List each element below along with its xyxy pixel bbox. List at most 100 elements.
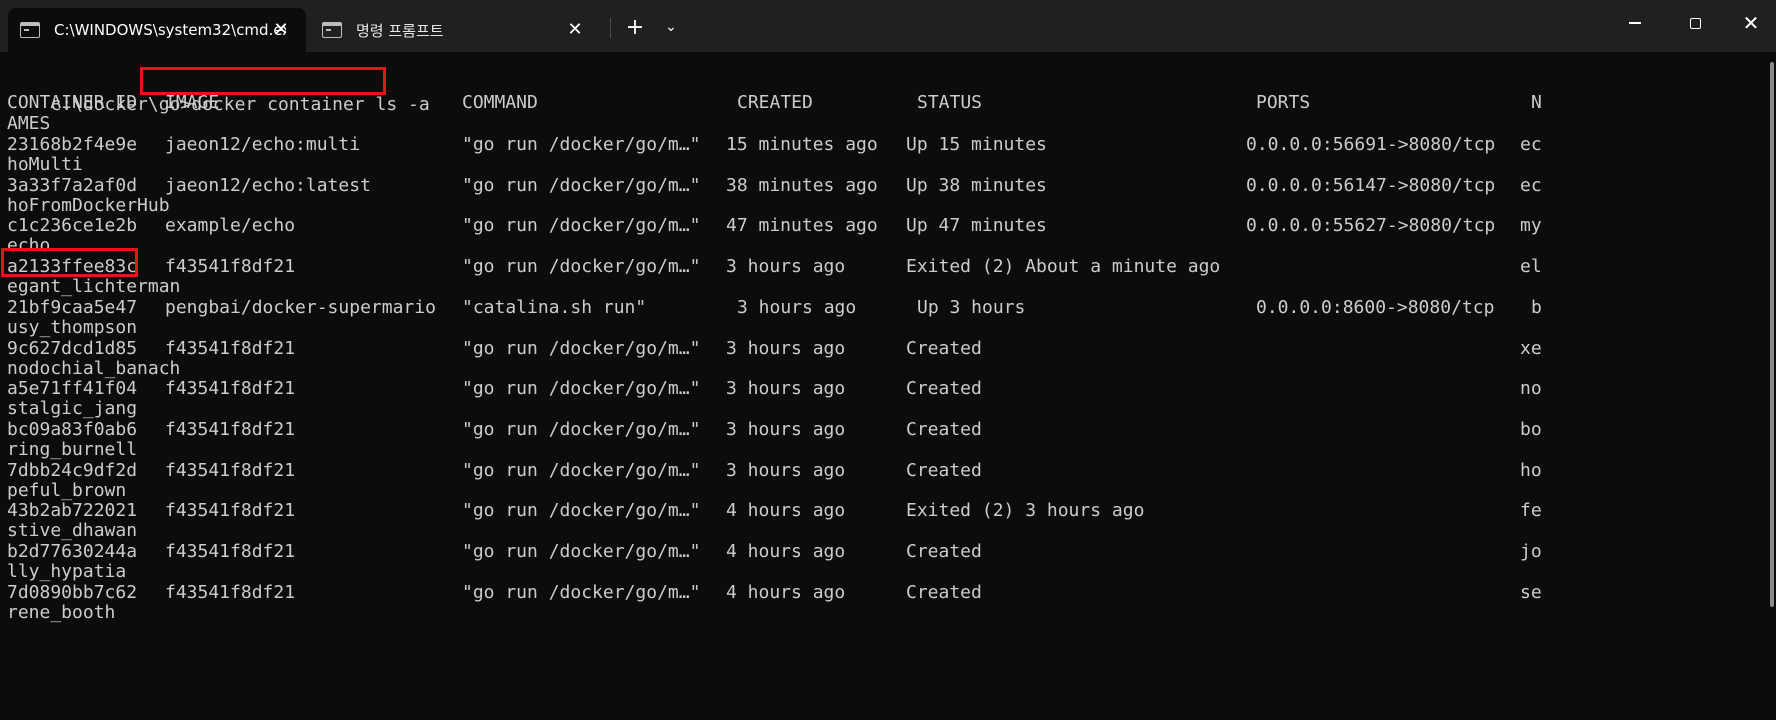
- status-cell: Up 38 minutes: [906, 175, 1047, 196]
- name-cell: xe: [1520, 338, 1542, 359]
- table-row: 43b2ab722021 f43541f8df21 "go run /docker/…: [7, 499, 1767, 522]
- status-cell: Exited (2) About a minute ago: [906, 256, 1221, 277]
- status-cell: Created: [906, 582, 982, 603]
- table-row: 3a33f7a2af0d jaeon12/echo:latest "go run /…: [7, 174, 1767, 197]
- name-wrap-line: rene_booth: [7, 602, 116, 623]
- close-icon[interactable]: ✕: [564, 19, 586, 41]
- command-cell: "go run /docker/go/m…": [462, 378, 701, 399]
- maximize-icon: [1689, 17, 1701, 29]
- header-row: CONTAINER ID IMAGE COMMAND CREATED STATU…: [7, 91, 1767, 114]
- header-names: N: [1531, 92, 1542, 113]
- name-cell: no: [1520, 378, 1542, 399]
- maximize-button[interactable]: [1666, 0, 1724, 46]
- minimize-button[interactable]: [1606, 0, 1664, 46]
- header-command: COMMAND: [462, 92, 538, 113]
- image-cell: f43541f8df21: [165, 338, 296, 359]
- table-row: a2133ffee83c f43541f8df21 "go run /docker/…: [7, 255, 1767, 278]
- created-cell: 47 minutes ago: [726, 215, 878, 236]
- name-wrap-line: usy_thompson: [7, 317, 138, 338]
- image-cell: f43541f8df21: [165, 541, 296, 562]
- created-cell: 3 hours ago: [726, 256, 846, 277]
- chevron-down-icon[interactable]: ⌄: [656, 12, 686, 42]
- container-id-highlight-box: [1, 248, 138, 277]
- image-cell: f43541f8df21: [165, 460, 296, 481]
- tab-command-prompt[interactable]: 명령 프롬프트 ✕: [310, 8, 600, 52]
- header-ports: PORTS: [1256, 92, 1311, 113]
- name-wrap-line: egant_lichterman: [7, 276, 181, 297]
- image-cell: jaeon12/echo:multi: [165, 134, 361, 155]
- created-cell: 38 minutes ago: [726, 175, 878, 196]
- tab-divider: [610, 18, 611, 38]
- command-cell: "go run /docker/go/m…": [462, 175, 701, 196]
- created-cell: 3 hours ago: [726, 378, 846, 399]
- status-cell: Created: [906, 419, 982, 440]
- status-cell: Created: [906, 338, 982, 359]
- title-bar: C:\WINDOWS\system32\cmd.exe ✕ 명령 프롬프트 ✕ …: [0, 0, 1776, 52]
- name-cell: ec: [1520, 175, 1542, 196]
- header-row-wrap: AMES: [7, 113, 51, 134]
- close-icon[interactable]: ✕: [270, 19, 292, 41]
- header-created: CREATED: [737, 92, 813, 113]
- plus-icon[interactable]: +: [618, 12, 652, 42]
- terminal-icon: [20, 22, 40, 38]
- image-cell: jaeon12/echo:latest: [165, 175, 371, 196]
- created-cell: 3 hours ago: [737, 297, 857, 318]
- status-cell: Up 3 hours: [917, 297, 1026, 318]
- table-row: b2d77630244a f43541f8df21 "go run /docker/…: [7, 540, 1767, 563]
- table-row: c1c236ce1e2b example/echo "go run /docker/…: [7, 214, 1767, 237]
- header-image: IMAGE: [165, 92, 220, 113]
- ports-cell: 0.0.0.0:8600->8080/tcp: [1256, 297, 1495, 318]
- table-row: 7dbb24c9df2d f43541f8df21 "go run /docker/…: [7, 459, 1767, 482]
- command-cell: "go run /docker/go/m…": [462, 215, 701, 236]
- name-cell: ho: [1520, 460, 1542, 481]
- name-cell: el: [1520, 256, 1542, 277]
- command-cell: "go run /docker/go/m…": [462, 338, 701, 359]
- image-cell: f43541f8df21: [165, 256, 296, 277]
- terminal-icon: [322, 22, 342, 38]
- command-cell: "go run /docker/go/m…": [462, 541, 701, 562]
- created-cell: 4 hours ago: [726, 541, 846, 562]
- header-status: STATUS: [917, 92, 983, 113]
- image-cell: example/echo: [165, 215, 296, 236]
- ports-cell: 0.0.0.0:56691->8080/tcp: [1246, 134, 1496, 155]
- name-cell: my: [1520, 215, 1542, 236]
- table-row: 7d0890bb7c62 f43541f8df21 "go run /docker/…: [7, 581, 1767, 604]
- table-row: 21bf9caa5e47 pengbai/docker-supermario "ca…: [7, 296, 1767, 319]
- command-cell: "go run /docker/go/m…": [462, 134, 701, 155]
- created-cell: 4 hours ago: [726, 582, 846, 603]
- name-wrap-line: stalgic_jang: [7, 398, 138, 419]
- command-cell: "go run /docker/go/m…": [462, 419, 701, 440]
- name-cell: jo: [1520, 541, 1542, 562]
- header-container-id: CONTAINER ID: [7, 92, 138, 113]
- terminal-output[interactable]: c:\docker\go>docker container ls -a CONT…: [0, 52, 1768, 720]
- table-row: a5e71ff41f04 f43541f8df21 "go run /docker/…: [7, 377, 1767, 400]
- command-cell: "go run /docker/go/m…": [462, 256, 701, 277]
- name-wrap-line: lly_hypatia: [7, 561, 127, 582]
- status-cell: Created: [906, 541, 982, 562]
- created-cell: 15 minutes ago: [726, 134, 878, 155]
- name-cell: bo: [1520, 419, 1542, 440]
- status-cell: Up 47 minutes: [906, 215, 1047, 236]
- scrollbar[interactable]: [1768, 52, 1776, 720]
- status-cell: Up 15 minutes: [906, 134, 1047, 155]
- ports-cell: 0.0.0.0:55627->8080/tcp: [1246, 215, 1496, 236]
- image-cell: f43541f8df21: [165, 419, 296, 440]
- image-cell: f43541f8df21: [165, 500, 296, 521]
- name-cell: ec: [1520, 134, 1542, 155]
- name-wrap-line: stive_dhawan: [7, 520, 138, 541]
- image-cell: f43541f8df21: [165, 378, 296, 399]
- command-cell: "go run /docker/go/m…": [462, 500, 701, 521]
- table-row: bc09a83f0ab6 f43541f8df21 "go run /docker/…: [7, 418, 1767, 441]
- image-cell: pengbai/docker-supermario: [165, 297, 436, 318]
- name-cell: se: [1520, 582, 1542, 603]
- close-window-button[interactable]: ✕: [1722, 0, 1776, 46]
- tab-title: 명령 프롬프트: [356, 21, 444, 40]
- command-cell: "catalina.sh run": [462, 297, 647, 318]
- table-row: 9c627dcd1d85 f43541f8df21 "go run /docker/…: [7, 337, 1767, 360]
- close-window-icon: ✕: [1742, 11, 1760, 35]
- status-cell: Exited (2) 3 hours ago: [906, 500, 1145, 521]
- created-cell: 3 hours ago: [726, 460, 846, 481]
- scrollbar-thumb[interactable]: [1770, 62, 1774, 607]
- tab-cmd[interactable]: C:\WINDOWS\system32\cmd.exe ✕: [8, 8, 306, 52]
- status-cell: Created: [906, 378, 982, 399]
